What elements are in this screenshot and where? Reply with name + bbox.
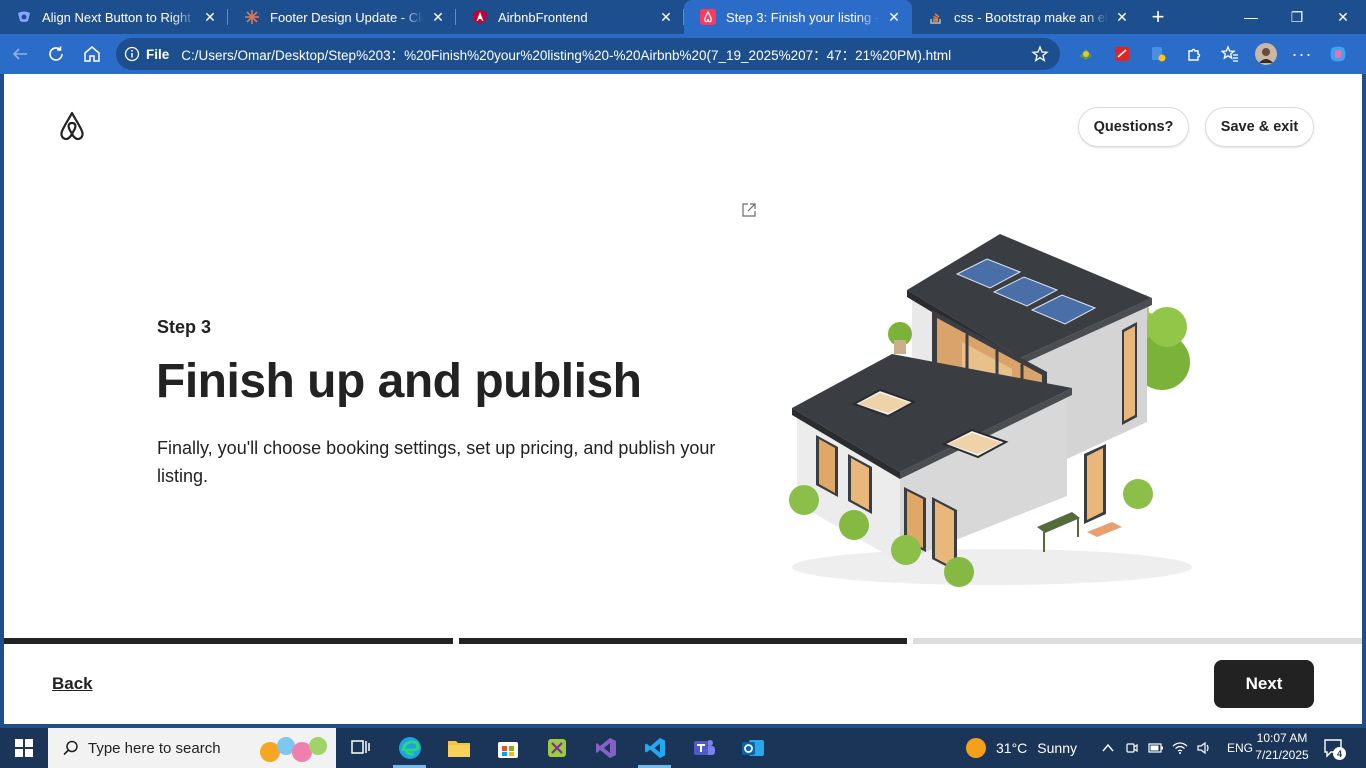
angular-icon (472, 9, 488, 25)
tab-title: Footer Design Update - Claude (270, 9, 424, 25)
open-in-new-icon[interactable] (741, 202, 757, 218)
close-icon[interactable]: ✕ (202, 9, 218, 25)
volume-icon[interactable] (1192, 728, 1216, 768)
progress-segment (913, 638, 1362, 644)
wifi-icon[interactable] (1168, 728, 1192, 768)
tab-title: AirbnbFrontend (498, 9, 588, 25)
taskbar: Type here to search 31°C Sunny ENG 10:07… (0, 728, 1366, 768)
minimize-button[interactable]: — (1228, 0, 1274, 34)
stackoverflow-icon (928, 9, 944, 25)
outlook-icon[interactable] (728, 728, 777, 768)
microsoft-store-icon[interactable] (483, 728, 532, 768)
next-button[interactable]: Next (1214, 660, 1314, 708)
new-tab-button[interactable]: + (1140, 0, 1176, 34)
clock-time: 10:07 AM (1256, 731, 1308, 745)
house-illustration (782, 232, 1202, 592)
teams-icon[interactable] (679, 728, 728, 768)
close-icon[interactable]: ✕ (430, 9, 446, 25)
close-icon[interactable]: ✕ (1114, 9, 1130, 25)
back-arrow-icon[interactable] (2, 38, 38, 70)
windows-start-icon[interactable] (0, 728, 48, 768)
battery-icon[interactable] (1144, 728, 1168, 768)
wallet-extension-icon[interactable] (1140, 38, 1176, 70)
tab-title: css - Bootstrap make an element (954, 9, 1108, 25)
url-field[interactable]: File C:/Users/Omar/Desktop/Step%203：%20F… (116, 38, 1060, 70)
tab-3[interactable]: Step 3: Finish your listing - Airbnb ✕ (684, 0, 912, 34)
info-icon (124, 46, 140, 62)
chevron-up-icon[interactable] (1096, 728, 1120, 768)
task-view-icon[interactable] (336, 728, 385, 768)
weather-widget[interactable]: 31°C Sunny (966, 728, 1077, 768)
meet-now-icon[interactable] (1120, 728, 1144, 768)
tab-0[interactable]: Align Next Button to Right in Fo ✕ (0, 0, 228, 34)
scheme-label: File (146, 46, 170, 62)
questions-button[interactable]: Questions? (1078, 107, 1189, 147)
progress-segment (458, 638, 908, 644)
file-explorer-icon[interactable] (434, 728, 483, 768)
more-options-icon[interactable]: ··· (1284, 38, 1320, 70)
tab-title: Step 3: Finish your listing - Airbnb (726, 9, 880, 25)
notification-count-badge: 4 (1333, 747, 1346, 760)
favorite-star-icon[interactable] (1028, 45, 1052, 63)
tab-title: Align Next Button to Right in Fo (42, 9, 196, 25)
copilot-icon[interactable] (1320, 38, 1356, 70)
pdf-extension-icon[interactable] (1104, 38, 1140, 70)
edge-taskbar-icon[interactable] (385, 728, 434, 768)
profile-avatar[interactable] (1248, 38, 1284, 70)
clock-date: 7/21/2025 (1255, 748, 1309, 762)
search-icon (63, 740, 78, 756)
weather-condition: Sunny (1037, 740, 1077, 756)
close-icon[interactable]: ✕ (886, 9, 902, 25)
close-window-button[interactable]: ✕ (1320, 0, 1366, 34)
url-text: C:/Users/Omar/Desktop/Step%203：%20Finish… (181, 48, 952, 63)
system-tray: ENG (1096, 728, 1258, 768)
progress-bar (4, 638, 1362, 644)
clock[interactable]: 10:07 AM 7/21/2025 (1250, 730, 1314, 764)
weather-temp: 31°C (996, 740, 1028, 756)
step-label: Step 3 (157, 317, 212, 337)
taskbar-search-input[interactable]: Type here to search (48, 728, 336, 768)
progress-segment (4, 638, 453, 644)
restore-button[interactable]: ❐ (1274, 0, 1320, 34)
search-placeholder: Type here to search (88, 739, 221, 757)
extension-icon[interactable] (1068, 38, 1104, 70)
page-title: Finish up and publish (156, 355, 642, 408)
claude-spark-icon (244, 9, 260, 25)
save-exit-button[interactable]: Save & exit (1205, 107, 1314, 147)
visual-studio-icon[interactable] (581, 728, 630, 768)
extensions-puzzle-icon[interactable] (1176, 38, 1212, 70)
search-highlight-art-icon (260, 737, 327, 762)
airbnb-icon (700, 9, 716, 25)
notifications-icon[interactable]: 4 (1322, 736, 1346, 760)
sun-icon (966, 738, 986, 758)
back-button[interactable]: Back (52, 674, 93, 694)
tab-2[interactable]: AirbnbFrontend ✕ (456, 0, 684, 34)
home-icon[interactable] (74, 38, 110, 70)
page-viewport: Questions? Save & exit Step 3 Finish up … (4, 74, 1362, 724)
favorites-icon[interactable] (1212, 38, 1248, 70)
browser-tab-bar: Align Next Button to Right in Fo ✕ Foote… (0, 0, 1366, 34)
tab-4[interactable]: css - Bootstrap make an element ✕ (912, 0, 1140, 34)
airbnb-logo-icon[interactable] (56, 110, 88, 142)
refresh-icon[interactable] (38, 38, 74, 70)
site-info-button[interactable]: File (124, 46, 181, 62)
claude-icon (16, 9, 32, 25)
snipping-tool-icon[interactable] (532, 728, 581, 768)
step-description: Finally, you'll choose booking settings,… (157, 438, 716, 486)
vscode-icon[interactable] (630, 728, 679, 768)
address-bar: File C:/Users/Omar/Desktop/Step%203：%20F… (0, 34, 1366, 74)
tab-1[interactable]: Footer Design Update - Claude ✕ (228, 0, 456, 34)
close-icon[interactable]: ✕ (658, 9, 674, 25)
